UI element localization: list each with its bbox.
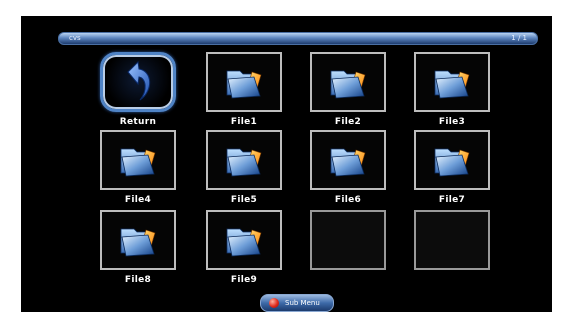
file-label-1: File1 xyxy=(230,117,258,127)
file-tile-2[interactable] xyxy=(310,52,386,112)
return-tile[interactable] xyxy=(100,52,176,112)
return-label: Return xyxy=(119,117,157,127)
page-counter: 1 / 1 xyxy=(511,34,527,42)
file-label-9: File9 xyxy=(230,275,258,285)
folder-icon xyxy=(434,70,470,99)
empty-tile-2 xyxy=(414,210,490,270)
file-tile-5[interactable] xyxy=(206,130,282,190)
folder-icon xyxy=(226,228,262,257)
media-browser-screen: cvs 1 / 1 Return File1 File2 File3 File4 xyxy=(21,16,552,312)
file-label-8: File8 xyxy=(124,275,152,285)
folder-icon xyxy=(226,70,262,99)
file-label-3: File3 xyxy=(438,117,466,127)
current-path: cvs xyxy=(69,34,81,42)
file-label-4: File4 xyxy=(124,195,152,205)
file-tile-3[interactable] xyxy=(414,52,490,112)
file-tile-9[interactable] xyxy=(206,210,282,270)
file-label-2: File2 xyxy=(334,117,362,127)
file-tile-8[interactable] xyxy=(100,210,176,270)
file-label-5: File5 xyxy=(230,195,258,205)
path-bar: cvs 1 / 1 xyxy=(58,32,538,45)
file-label-6: File6 xyxy=(334,195,362,205)
file-tile-6[interactable] xyxy=(310,130,386,190)
folder-icon xyxy=(120,228,156,257)
folder-icon xyxy=(120,148,156,177)
file-label-7: File7 xyxy=(438,195,466,205)
folder-icon xyxy=(330,70,366,99)
submenu-label: Sub Menu xyxy=(285,299,320,307)
file-tile-4[interactable] xyxy=(100,130,176,190)
folder-icon xyxy=(330,148,366,177)
red-button-icon xyxy=(269,298,279,308)
return-arrow-icon xyxy=(127,60,151,101)
file-tile-1[interactable] xyxy=(206,52,282,112)
empty-tile-1 xyxy=(310,210,386,270)
folder-icon xyxy=(434,148,470,177)
folder-icon xyxy=(226,148,262,177)
submenu-button[interactable]: Sub Menu xyxy=(260,294,334,312)
file-tile-7[interactable] xyxy=(414,130,490,190)
